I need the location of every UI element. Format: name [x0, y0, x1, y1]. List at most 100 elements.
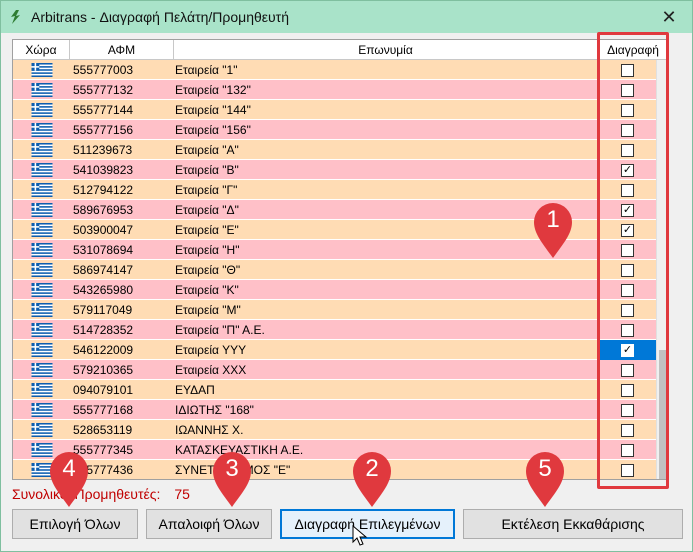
cell-afm: 555777132	[73, 83, 134, 97]
cell-name: Εταιρεία "156"	[175, 123, 251, 137]
grid-header: Χώρα ΑΦΜ Επωνυμία Διαγραφή	[13, 40, 668, 60]
select-all-button[interactable]: Επιλογή Όλων	[12, 509, 138, 539]
callout-marker-2: 2	[350, 449, 394, 509]
delete-checkbox[interactable]: ✓	[621, 223, 634, 237]
app-logo-icon	[5, 6, 27, 28]
table-row[interactable]: 546122009 Εταιρεία ΥΥΥ ✓	[13, 340, 656, 360]
greek-flag-icon	[13, 180, 70, 200]
cell-afm: 094079101	[73, 383, 134, 397]
greek-flag-icon	[13, 340, 70, 360]
cell-afm: 546122009	[73, 343, 134, 357]
delete-checkbox[interactable]	[621, 403, 634, 417]
greek-flag-icon	[13, 120, 70, 140]
table-row[interactable]: 579117049 Εταιρεία "Μ"	[13, 300, 656, 320]
callout-marker-4: 4	[47, 449, 91, 509]
cell-name: Εταιρεία "1"	[175, 63, 238, 77]
cell-afm: 579117049	[73, 303, 133, 317]
delete-checkbox[interactable]	[621, 283, 634, 297]
delete-checkbox[interactable]	[621, 463, 634, 477]
cell-delete	[599, 320, 656, 340]
cell-delete	[599, 460, 656, 479]
delete-checkbox[interactable]	[621, 363, 634, 377]
table-row[interactable]: 543265980 Εταιρεία "Κ"	[13, 280, 656, 300]
cell-afm: 514728352	[73, 323, 134, 337]
table-row[interactable]: 541039823 Εταιρεία "Β" ✓	[13, 160, 656, 180]
cell-delete: ✓	[599, 160, 656, 180]
callout-marker-3: 3	[210, 449, 254, 509]
delete-checkbox[interactable]	[621, 63, 634, 77]
run-cleanup-button[interactable]: Εκτέλεση Εκκαθάρισης	[463, 509, 683, 539]
cell-delete	[599, 300, 656, 320]
column-header-name[interactable]: Επωνυμία	[174, 40, 598, 60]
app-window: Arbitrans - Διαγραφή Πελάτη/Προμηθευτή ✕…	[0, 0, 693, 552]
callout-number: 5	[538, 455, 552, 482]
table-row[interactable]: 555777132 Εταιρεία "132"	[13, 80, 656, 100]
cell-afm: 541039823	[73, 163, 134, 177]
table-row[interactable]: 555777168 ΙΔΙΩΤΗΣ "168"	[13, 400, 656, 420]
delete-checkbox[interactable]	[621, 123, 634, 137]
delete-checkbox[interactable]	[621, 323, 634, 337]
greek-flag-icon	[13, 140, 70, 160]
table-row[interactable]: 511239673 Εταιρεία "Α"	[13, 140, 656, 160]
table-row[interactable]: 528653119 ΙΩΑΝΝΗΣ Χ.	[13, 420, 656, 440]
table-row[interactable]: 555777003 Εταιρεία "1"	[13, 60, 656, 80]
table-row[interactable]: 555777156 Εταιρεία "156"	[13, 120, 656, 140]
greek-flag-icon	[13, 100, 70, 120]
delete-checkbox[interactable]	[621, 143, 634, 157]
cell-delete: ✓	[599, 200, 656, 220]
total-value: 75	[174, 486, 190, 502]
close-button[interactable]: ✕	[646, 1, 692, 33]
callout-number: 2	[365, 455, 379, 482]
greek-flag-icon	[13, 420, 70, 440]
delete-checkbox[interactable]	[621, 263, 634, 277]
scrollbar-thumb[interactable]	[659, 350, 667, 479]
cell-delete	[599, 240, 656, 260]
cell-afm: 555777168	[73, 403, 134, 417]
clear-all-button[interactable]: Απαλοιφή Όλων	[146, 509, 272, 539]
cell-delete	[599, 60, 656, 80]
table-row[interactable]: 586974147 Εταιρεία "Θ"	[13, 260, 656, 280]
greek-flag-icon	[13, 320, 70, 340]
cell-name: ΕΥΔΑΠ	[175, 383, 215, 397]
greek-flag-icon	[13, 300, 70, 320]
table-row[interactable]: 514728352 Εταιρεία "Π" Α.Ε.	[13, 320, 656, 340]
column-header-delete[interactable]: Διαγραφή	[598, 40, 668, 60]
table-row[interactable]: 555777144 Εταιρεία "144"	[13, 100, 656, 120]
delete-checkbox[interactable]	[621, 83, 634, 97]
delete-checkbox[interactable]: ✓	[621, 163, 634, 177]
delete-checkbox[interactable]	[621, 443, 634, 457]
greek-flag-icon	[13, 200, 70, 220]
callout-number: 4	[62, 455, 76, 482]
cell-afm: 528653119	[73, 423, 133, 437]
vertical-scrollbar[interactable]	[656, 60, 668, 479]
delete-checkbox[interactable]	[621, 103, 634, 117]
cell-name: Εταιρεία "Μ"	[175, 303, 241, 317]
cell-name: Εταιρεία "132"	[175, 83, 251, 97]
column-header-country[interactable]: Χώρα	[13, 40, 70, 60]
delete-checkbox[interactable]	[621, 243, 634, 257]
delete-checkbox[interactable]: ✓	[621, 203, 634, 217]
column-header-afm[interactable]: ΑΦΜ	[70, 40, 174, 60]
greek-flag-icon	[13, 80, 70, 100]
greek-flag-icon	[13, 380, 70, 400]
cell-delete	[599, 360, 656, 380]
delete-checkbox[interactable]	[621, 303, 634, 317]
table-row[interactable]: 094079101 ΕΥΔΑΠ	[13, 380, 656, 400]
cell-name: ΙΔΙΩΤΗΣ "168"	[175, 403, 254, 417]
delete-checkbox[interactable]: ✓	[621, 343, 634, 357]
cell-afm: 555777156	[73, 123, 134, 137]
cell-delete	[599, 420, 656, 440]
cell-delete	[599, 180, 656, 200]
cell-name: ΙΩΑΝΝΗΣ Χ.	[175, 423, 244, 437]
callout-marker-5: 5	[523, 449, 567, 509]
delete-checkbox[interactable]	[621, 423, 634, 437]
delete-checkbox[interactable]	[621, 383, 634, 397]
cell-name: Εταιρεία "144"	[175, 103, 251, 117]
table-row[interactable]: 512794122 Εταιρεία "Γ"	[13, 180, 656, 200]
cell-delete: ✓	[599, 340, 656, 360]
cell-delete	[599, 380, 656, 400]
table-row[interactable]: 579210365 Εταιρεία ΧΧΧ	[13, 360, 656, 380]
cell-delete	[599, 440, 656, 460]
total-suppliers: Συνολικοί Προμηθευτές: 75	[12, 486, 190, 502]
delete-checkbox[interactable]	[621, 183, 634, 197]
